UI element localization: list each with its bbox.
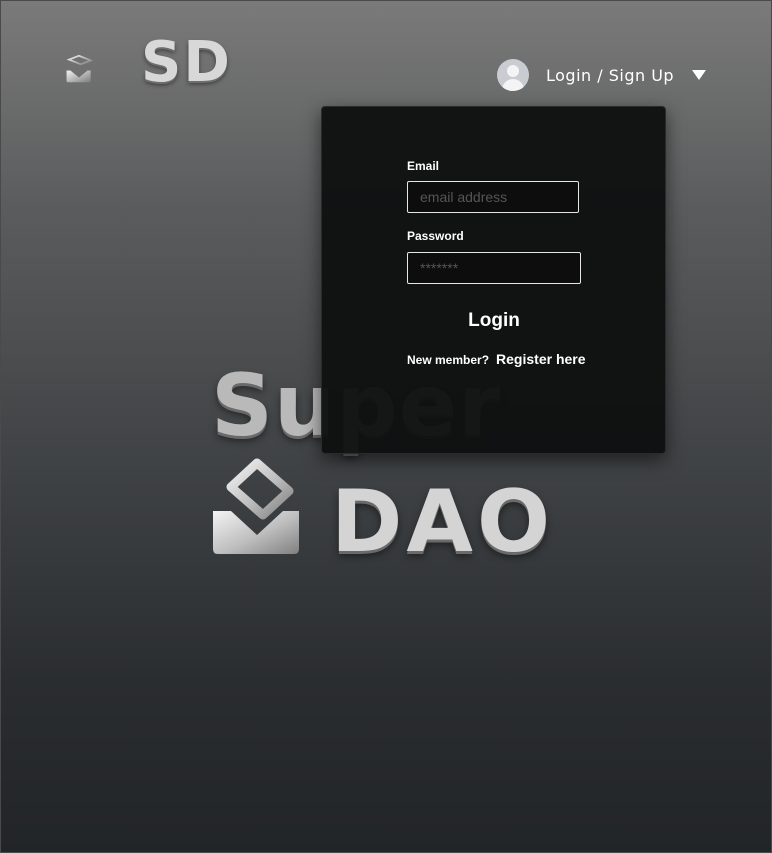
password-label: Password <box>407 229 464 243</box>
register-link[interactable]: Register here <box>496 351 585 367</box>
login-button[interactable]: Login <box>442 305 546 337</box>
caret-down-icon[interactable] <box>692 70 707 80</box>
register-prompt: New member? <box>407 353 490 367</box>
login-panel: Email Password Login New member? Registe… <box>321 106 666 454</box>
ballot-box-icon <box>66 54 94 83</box>
hero-title-dao: DAO <box>331 472 555 572</box>
user-menu[interactable]: Login / Sign Up <box>497 57 707 93</box>
brand-short-name: SD <box>141 30 232 95</box>
email-label: Email <box>407 159 440 173</box>
register-row: New member? Register here <box>407 351 586 367</box>
email-field[interactable] <box>407 181 579 213</box>
user-menu-label: Login / Sign Up <box>546 65 675 85</box>
hero-ballot-box-icon <box>213 458 299 554</box>
password-field[interactable] <box>407 252 581 284</box>
user-avatar-icon <box>497 59 529 91</box>
